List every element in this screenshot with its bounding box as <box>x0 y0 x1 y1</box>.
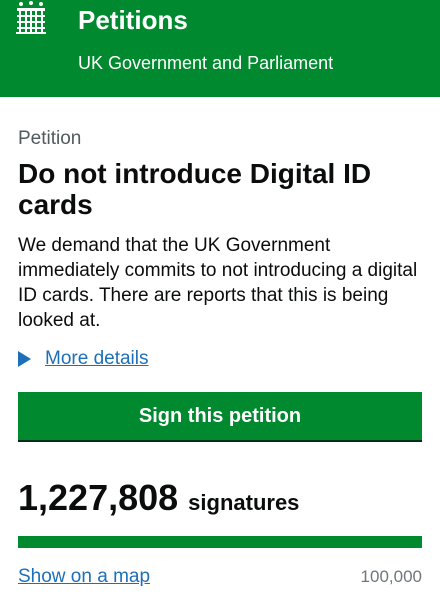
petition-title: Do not introduce Digital ID cards <box>18 158 372 220</box>
petition-description: We demand that the UK Government immedia… <box>18 235 418 331</box>
debate-threshold: 100,000 <box>360 567 422 586</box>
site-header: Petitions UK Government and Parliament <box>0 0 440 97</box>
signature-footer: Show on a map 100,000 <box>18 566 422 588</box>
show-on-map-link[interactable]: Show on a map <box>18 566 150 588</box>
portcullis-icon <box>16 1 46 34</box>
site-subtitle: UK Government and Parliament <box>78 53 334 73</box>
signature-progress-fill <box>18 536 422 548</box>
petition-caption: Petition <box>18 128 82 149</box>
sign-petition-button[interactable]: Sign this petition <box>18 392 422 440</box>
signature-count: 1,227,808 signatures <box>18 478 422 518</box>
signature-count-number: 1,227,808 <box>18 477 179 518</box>
petition-content: Petition Do not introduce Digital ID car… <box>18 127 422 588</box>
triangle-right-icon <box>18 351 31 367</box>
signature-count-label: signatures <box>188 490 300 515</box>
more-details-toggle[interactable]: More details <box>18 346 422 372</box>
site-title[interactable]: Petitions <box>78 2 188 38</box>
more-details-link[interactable]: More details <box>45 348 149 370</box>
signature-progress-bar <box>18 536 422 548</box>
